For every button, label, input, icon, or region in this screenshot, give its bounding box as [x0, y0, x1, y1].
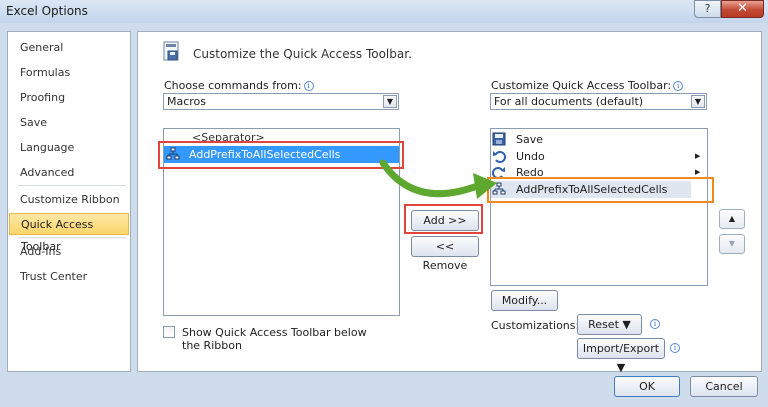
move-up-button[interactable]: ▲: [719, 209, 745, 229]
title-bar: Excel Options ? ✕: [0, 0, 768, 23]
show-below-ribbon-label[interactable]: Show Quick Access Toolbar below the Ribb…: [182, 326, 382, 352]
nav-item-quick-access-toolbar[interactable]: Quick Access Toolbar: [9, 213, 129, 253]
nav-item-general[interactable]: General: [9, 37, 129, 59]
help-button[interactable]: ?: [694, 0, 721, 18]
choose-commands-value: Macros: [167, 95, 207, 108]
up-triangle-icon: ▲: [728, 214, 736, 223]
submenu-arrow-icon: ▶: [695, 168, 701, 176]
info-icon: i: [650, 319, 660, 329]
nav-item-proofing[interactable]: Proofing: [9, 87, 129, 109]
page-heading: Customize the Quick Access Toolbar.: [193, 47, 412, 61]
list-item-save[interactable]: Save: [492, 131, 692, 148]
cancel-button[interactable]: Cancel: [690, 376, 758, 397]
nav-item-advanced[interactable]: Advanced: [9, 162, 129, 184]
nav-item-customize-ribbon[interactable]: Customize Ribbon: [9, 189, 129, 211]
remove-button[interactable]: << Remove: [411, 236, 479, 272]
chevron-down-icon[interactable]: ▼: [691, 95, 705, 108]
info-icon: i: [670, 343, 680, 353]
highlight-box-source: [158, 141, 404, 169]
choose-commands-label-text: Choose commands from:: [164, 79, 302, 92]
customizations-label: Customizations:: [491, 319, 580, 332]
nav-item-add-ins[interactable]: Add-Ins: [9, 241, 129, 263]
highlight-box-target: [487, 177, 714, 203]
customize-qat-value: For all documents (default): [494, 95, 644, 108]
window-title: Excel Options: [6, 4, 88, 18]
reset-button[interactable]: Reset ▼: [577, 314, 642, 335]
choose-commands-dropdown[interactable]: Macros ▼: [163, 93, 399, 110]
close-button[interactable]: ✕: [721, 0, 764, 18]
nav-item-formulas[interactable]: Formulas: [9, 62, 129, 84]
highlight-box-add: [404, 204, 483, 234]
nav-item-save[interactable]: Save: [9, 112, 129, 134]
customize-qat-label: Customize Quick Access Toolbar: i: [491, 79, 684, 92]
choose-commands-label: Choose commands from: i: [164, 79, 314, 92]
info-icon: i: [303, 81, 314, 91]
quick-access-toolbar-icon: [163, 41, 179, 61]
nav-item-trust-center[interactable]: Trust Center: [9, 266, 129, 288]
submenu-arrow-icon: ▶: [695, 152, 701, 160]
nav-item-language[interactable]: Language: [9, 137, 129, 159]
chevron-down-icon[interactable]: ▼: [383, 95, 397, 108]
info-icon: i: [673, 81, 684, 91]
save-icon: [492, 132, 506, 146]
customize-qat-label-text: Customize Quick Access Toolbar:: [491, 79, 672, 92]
nav-divider: [18, 237, 126, 238]
modify-button[interactable]: Modify...: [491, 290, 558, 311]
save-label: Save: [516, 133, 544, 146]
customize-qat-dropdown[interactable]: For all documents (default) ▼: [490, 93, 707, 110]
import-export-button[interactable]: Import/Export ▼: [577, 338, 665, 374]
move-down-button[interactable]: ▼: [719, 234, 745, 254]
down-triangle-icon: ▼: [728, 239, 736, 248]
nav-divider: [18, 185, 126, 186]
options-nav: General Formulas Proofing Save Language …: [7, 31, 131, 372]
ok-button[interactable]: OK: [614, 376, 680, 397]
show-below-ribbon-checkbox[interactable]: [163, 326, 175, 338]
undo-label: Undo: [516, 150, 545, 163]
list-item-undo[interactable]: Undo: [492, 148, 692, 165]
